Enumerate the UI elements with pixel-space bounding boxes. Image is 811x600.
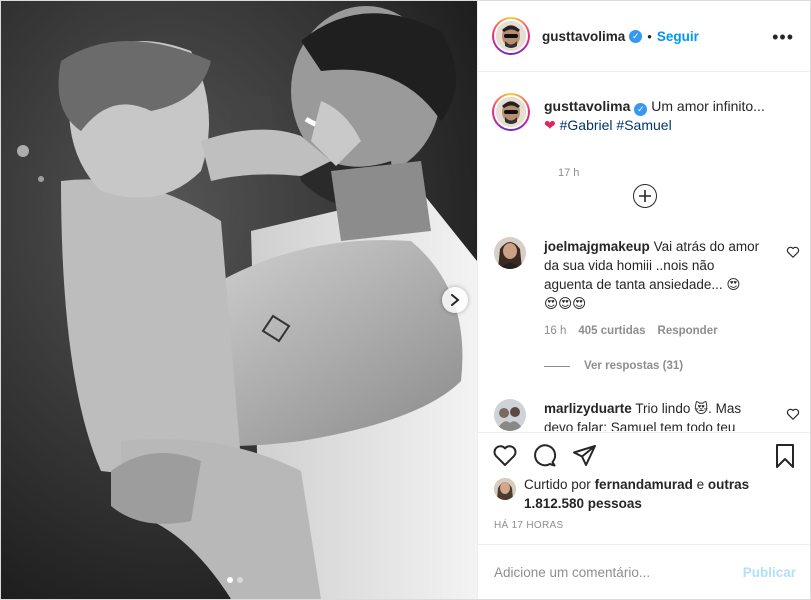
caption-username[interactable]: gusttavolima	[544, 98, 630, 114]
heart-outline-icon[interactable]	[786, 407, 800, 421]
liked-by-prefix: Curtido por	[524, 477, 591, 492]
view-replies-label: Ver respostas (31)	[584, 360, 684, 372]
follow-button[interactable]: Seguir	[657, 29, 699, 44]
verified-badge-icon: ✓	[629, 29, 643, 43]
load-more-comments-button[interactable]	[633, 184, 657, 208]
caption-text: Um amor infinito...	[651, 98, 765, 114]
instagram-post: gusttavolima ✓ • Seguir ••• gusttavolima…	[0, 0, 811, 600]
comment-text-block: marlizyduarte Trio lindo 😻. Mas devo fal…	[544, 399, 764, 431]
avatar-photo-icon	[494, 399, 526, 431]
heart-emoji: ❤	[544, 117, 556, 133]
post-side-panel: gusttavolima ✓ • Seguir ••• gusttavolima…	[477, 1, 810, 599]
avatar-photo-icon	[496, 21, 526, 51]
heart-outline-icon[interactable]	[786, 245, 800, 259]
comment-emoji: 😍	[726, 277, 741, 292]
author-username[interactable]: gusttavolima	[542, 29, 625, 44]
author-avatar[interactable]	[492, 17, 530, 55]
liked-by-middle: e	[696, 477, 705, 492]
share-send-icon[interactable]	[572, 443, 598, 469]
liked-by-avatar[interactable]	[494, 478, 516, 500]
view-replies-button[interactable]: Ver respostas (31)	[544, 360, 683, 372]
add-comment-bar: Publicar	[478, 544, 810, 599]
comment-meta: 16 h 405 curtidas Responder	[544, 325, 718, 337]
comment-emoji-line: 😍😍😍	[544, 296, 587, 311]
avatar-photo-icon	[494, 478, 516, 500]
caption-text-block: gusttavolima ✓ Um amor infinito... ❤ #Gab…	[544, 97, 784, 135]
comment-username[interactable]: joelmajgmakeup	[544, 239, 650, 254]
reply-button[interactable]: Responder	[658, 325, 718, 337]
avatar-photo-icon	[496, 97, 526, 127]
chevron-right-icon	[451, 294, 460, 306]
liked-by-user[interactable]: fernandamurad	[595, 477, 693, 492]
caption-time[interactable]: 17 h	[558, 167, 579, 179]
avatar-photo-icon	[494, 237, 526, 269]
replies-line	[544, 365, 570, 367]
caption-hashtags[interactable]: #Gabriel #Samuel	[560, 117, 672, 133]
post-actions-bar	[478, 432, 810, 470]
post-header: gusttavolima ✓ • Seguir •••	[478, 1, 810, 72]
comment-icon[interactable]	[532, 443, 558, 469]
commenter-avatar[interactable]	[494, 399, 526, 431]
carousel-dot	[237, 577, 243, 583]
post-timestamp[interactable]: HÁ 17 HORAS	[494, 520, 563, 531]
liked-by-text: Curtido por fernandamurad e outras 1.812…	[524, 475, 764, 513]
plus-icon	[639, 190, 651, 202]
comment-text-block: joelmajgmakeup Vai atrás do amor da sua …	[544, 237, 764, 313]
carousel-dot-active	[227, 577, 233, 583]
like-heart-icon[interactable]	[492, 443, 518, 469]
comments-list[interactable]: gusttavolima ✓ Um amor infinito... ❤ #Gab…	[478, 73, 810, 431]
separator-dot: •	[647, 28, 652, 44]
publish-button[interactable]: Publicar	[743, 565, 796, 580]
more-horizontal-icon[interactable]: •••	[772, 27, 794, 48]
carousel-dots	[227, 577, 243, 583]
comment-likes[interactable]: 405 curtidas	[578, 325, 645, 337]
post-photo[interactable]	[1, 1, 477, 599]
verified-badge-icon: ✓	[634, 103, 648, 116]
comment-input[interactable]	[494, 564, 724, 580]
carousel-next-button[interactable]	[442, 287, 468, 313]
comment-username[interactable]: marlizyduarte	[544, 401, 632, 416]
photo-father-and-son	[1, 1, 477, 599]
bookmark-icon[interactable]	[772, 443, 798, 469]
caption-author-avatar[interactable]	[492, 93, 530, 131]
comment-time[interactable]: 16 h	[544, 325, 566, 337]
commenter-avatar[interactable]	[494, 237, 526, 269]
